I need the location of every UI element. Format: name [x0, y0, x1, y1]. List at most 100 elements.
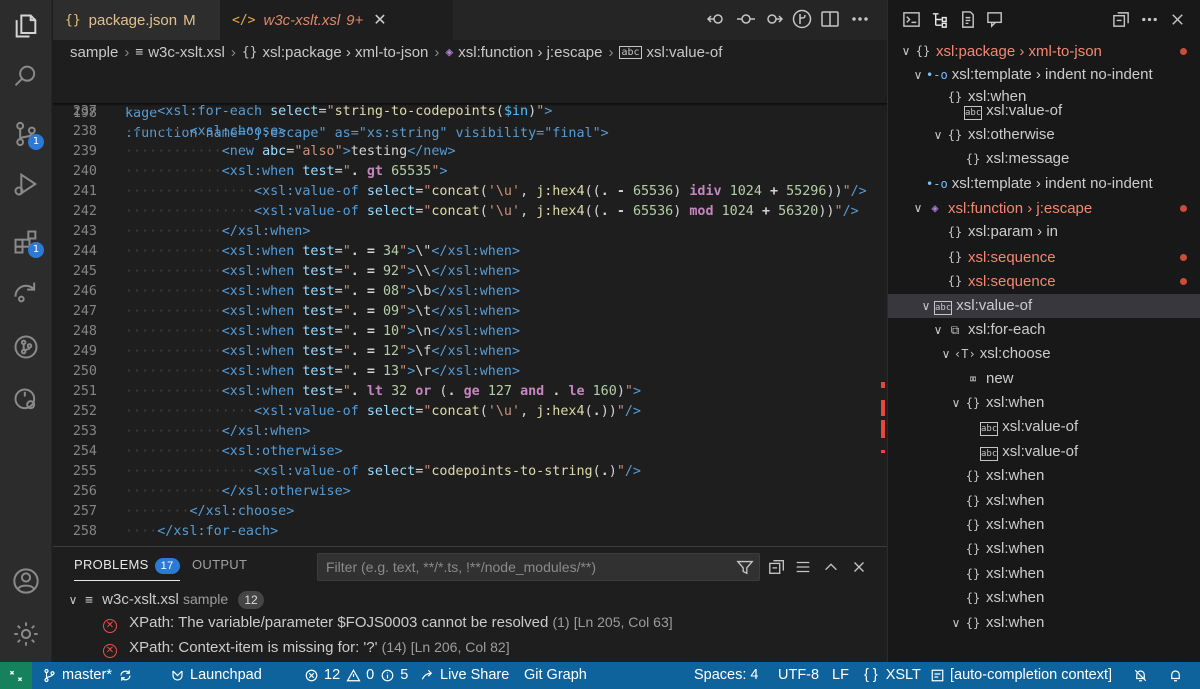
code-editor[interactable]: 14 kage 198 :function name="j:escape" as… [53, 64, 887, 546]
more-actions-icon[interactable] [849, 8, 871, 30]
git-graph-view-icon[interactable] [791, 8, 813, 30]
language-status[interactable]: { } XSLT [864, 662, 921, 689]
testing-icon[interactable] [8, 382, 44, 418]
more-actions-icon[interactable] [1138, 8, 1160, 30]
outline-item[interactable]: ⌧ new [888, 367, 1200, 391]
view-as-list-icon[interactable] [793, 557, 813, 577]
filter-icon[interactable] [735, 557, 755, 577]
code-line[interactable]: 245 ············<xsl:when test=". = 92">\… [53, 262, 873, 282]
code-line[interactable]: 240 ············<xsl:when test=". gt 6553… [53, 162, 873, 182]
code-line[interactable]: 248 ············<xsl:when test=". = 10">\… [53, 322, 873, 342]
chevron-down-icon[interactable]: ∨ [918, 294, 934, 318]
git-graph-status[interactable]: Git Graph [524, 662, 587, 689]
chevron-down-icon[interactable]: ∨ [948, 391, 964, 415]
commit-icon[interactable] [735, 8, 757, 30]
indentation-status[interactable]: Spaces: 4 [694, 662, 759, 689]
outline-item[interactable]: {} xsl:sequence [888, 245, 1200, 269]
remote-indicator[interactable] [0, 662, 32, 689]
outline-item[interactable]: ∨{} xsl:package › xml-to-json [888, 39, 1200, 63]
code-line[interactable]: 241 ················<xsl:value-of select=… [53, 182, 873, 202]
code-line[interactable]: 252 ················<xsl:value-of select=… [53, 402, 873, 422]
chevron-down-icon[interactable]: ∨ [930, 123, 946, 147]
editor-scrollbar[interactable] [871, 84, 885, 544]
breadcrumb-folder[interactable]: sample [70, 44, 118, 61]
tab-w3c-xslt[interactable]: </> w3c-xslt.xsl 9+ ✕ [220, 0, 453, 40]
launchpad-status[interactable]: Launchpad [170, 662, 262, 689]
outline-item[interactable]: {} xsl:when [888, 586, 1200, 610]
outline-item[interactable]: abc xsl:value-of [888, 415, 1200, 439]
code-line[interactable]: 249 ············<xsl:when test=". = 12">\… [53, 342, 873, 362]
encoding-status[interactable]: UTF-8 [778, 662, 819, 689]
outline-view-icon[interactable] [928, 8, 950, 30]
collapse-all-icon[interactable] [767, 557, 787, 577]
close-icon[interactable]: ✕ [373, 10, 386, 30]
maximize-panel-icon[interactable] [821, 557, 841, 577]
outline-item[interactable]: ∨ •-o xsl:template › indent no-indent [888, 63, 1200, 87]
extensions-icon[interactable]: 1 [8, 224, 44, 260]
code-line[interactable]: 255 ················<xsl:value-of select=… [53, 462, 873, 482]
code-line[interactable]: 253 ············</xsl:when> [53, 422, 873, 442]
outline-item[interactable]: {} xsl:when [888, 513, 1200, 537]
problem-item[interactable]: ✕ XPath: Context-item is missing for: '?… [103, 635, 510, 659]
timeline-icon[interactable] [956, 8, 978, 30]
search-icon[interactable] [8, 58, 44, 94]
code-line[interactable]: 251 ············<xsl:when test=". lt 32 o… [53, 382, 873, 402]
problems-file-row[interactable]: ∨ ≡ w3c-xslt.xsl sample 12 [65, 587, 264, 611]
source-control-icon[interactable]: 1 [8, 116, 44, 152]
outline-item[interactable]: ∨{} xsl:when [888, 391, 1200, 415]
outline-item[interactable]: {} xsl:when [888, 562, 1200, 586]
code-line[interactable]: 257 ········</xsl:choose> [53, 502, 873, 522]
close-icon[interactable] [1166, 8, 1188, 30]
collapse-all-icon[interactable] [1110, 8, 1132, 30]
code-line[interactable]: 256 ············</xsl:otherwise> [53, 482, 873, 502]
outline-item[interactable]: abc xsl:value-of [888, 440, 1200, 464]
chevron-down-icon[interactable]: ∨ [948, 611, 964, 635]
branch-status[interactable]: master* [42, 662, 138, 689]
code-line[interactable]: 246 ············<xsl:when test=". = 08">\… [53, 282, 873, 302]
outline-item[interactable]: {} xsl:when [888, 489, 1200, 513]
notifications-status[interactable] [1168, 662, 1188, 689]
outline-item[interactable]: {} xsl:message [888, 147, 1200, 171]
breadcrumb-function[interactable]: xsl:function › j:escape [458, 44, 602, 61]
code-line[interactable]: 238 ········<xsl:choose> [53, 122, 873, 142]
explorer-icon[interactable] [8, 8, 44, 44]
comments-icon[interactable] [984, 8, 1006, 30]
outline-item[interactable]: ∨ ‹T› xsl:choose [888, 342, 1200, 366]
notifications-muted-status[interactable] [1133, 662, 1153, 689]
remote-explorer-icon[interactable] [8, 274, 44, 310]
close-panel-icon[interactable] [849, 557, 869, 577]
go-back-change-icon[interactable] [705, 8, 727, 30]
tab-problems[interactable]: PROBLEMS 17 [74, 557, 180, 581]
tab-output[interactable]: OUTPUT [192, 557, 247, 572]
code-line[interactable]: 242 ················<xsl:value-of select=… [53, 202, 873, 222]
tab-package-json[interactable]: {} package.json M [53, 0, 220, 40]
chevron-down-icon[interactable]: ∨ [910, 196, 926, 220]
outline-item[interactable]: ∨{} xsl:otherwise [888, 123, 1200, 147]
outline-item[interactable]: {} xsl:when [888, 537, 1200, 561]
outline-item[interactable]: {} xsl:sequence [888, 269, 1200, 293]
outline-item[interactable]: {} xsl:param › in [888, 220, 1200, 244]
outline-item[interactable]: {} xsl:when [888, 464, 1200, 488]
chevron-down-icon[interactable]: ∨ [930, 318, 946, 342]
split-editor-icon[interactable] [819, 8, 841, 30]
outline-item[interactable]: ∨ ◈ xsl:function › j:escape [888, 196, 1200, 220]
outline-item[interactable]: •-o xsl:template › indent no-indent [888, 172, 1200, 196]
sticky-line[interactable]: 198 :function name="j:escape" as="xs:str… [53, 84, 873, 141]
breadcrumb-value-of[interactable]: xsl:value-of [647, 44, 723, 61]
outline-item[interactable]: ∨ abc xsl:value-of [888, 294, 1200, 318]
code-line[interactable]: 258 ····</xsl:for-each> [53, 522, 873, 542]
git-graph-icon[interactable] [8, 329, 44, 365]
go-forward-change-icon[interactable] [763, 8, 785, 30]
chevron-down-icon[interactable]: ∨ [910, 63, 926, 87]
account-icon[interactable] [8, 563, 44, 599]
run-debug-icon[interactable] [8, 166, 44, 202]
code-line[interactable]: 250 ············<xsl:when test=". = 13">\… [53, 362, 873, 382]
problems-filter-input[interactable]: Filter (e.g. text, **/*.ts, !**/node_mod… [317, 553, 760, 581]
code-line[interactable]: 237 ····<xsl:for-each select="string-to-c… [53, 102, 873, 122]
sticky-line[interactable]: 14 kage [53, 64, 873, 121]
chevron-down-icon[interactable]: ∨ [938, 342, 954, 366]
code-line[interactable]: 244 ············<xsl:when test=". = 34">\… [53, 242, 873, 262]
settings-gear-icon[interactable] [8, 616, 44, 652]
chevron-down-icon[interactable]: ∨ [898, 39, 914, 63]
outline-item[interactable]: ∨ ⧉ xsl:for-each [888, 318, 1200, 342]
